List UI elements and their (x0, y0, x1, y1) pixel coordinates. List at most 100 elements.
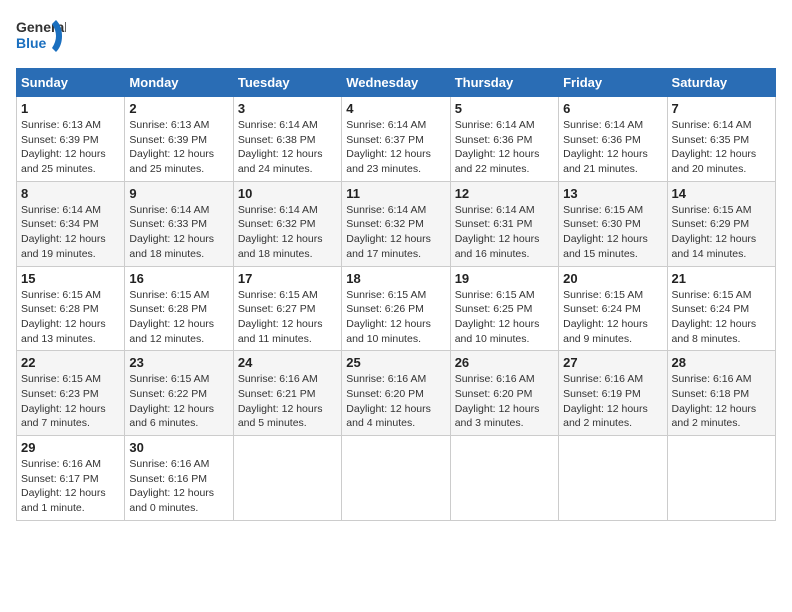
day-detail: Sunrise: 6:14 AMSunset: 6:36 PMDaylight:… (455, 118, 554, 177)
day-number: 6 (563, 101, 662, 116)
weekday-header-saturday: Saturday (667, 69, 775, 97)
day-number: 23 (129, 355, 228, 370)
day-number: 27 (563, 355, 662, 370)
logo-svg: General Blue (16, 16, 66, 60)
day-detail: Sunrise: 6:14 AMSunset: 6:32 PMDaylight:… (346, 203, 445, 262)
day-detail: Sunrise: 6:16 AMSunset: 6:19 PMDaylight:… (563, 372, 662, 431)
calendar-cell: 11 Sunrise: 6:14 AMSunset: 6:32 PMDayligh… (342, 181, 450, 266)
calendar-cell (342, 436, 450, 521)
calendar-cell: 12Sunrise: 6:14 AMSunset: 6:31 PMDayligh… (450, 181, 558, 266)
weekday-header-sunday: Sunday (17, 69, 125, 97)
day-number: 20 (563, 271, 662, 286)
day-detail: Sunrise: 6:13 AMSunset: 6:39 PMDaylight:… (129, 118, 228, 177)
weekday-header-monday: Monday (125, 69, 233, 97)
day-number: 13 (563, 186, 662, 201)
day-detail: Sunrise: 6:16 AMSunset: 6:18 PMDaylight:… (672, 372, 771, 431)
day-detail: Sunrise: 6:15 AMSunset: 6:27 PMDaylight:… (238, 288, 337, 347)
calendar-cell: 13 Sunrise: 6:15 AMSunset: 6:30 PMDayligh… (559, 181, 667, 266)
page-header: General Blue (16, 16, 776, 60)
day-number: 7 (672, 101, 771, 116)
calendar-cell (450, 436, 558, 521)
day-number: 8 (21, 186, 120, 201)
day-number: 10 (238, 186, 337, 201)
day-detail: Sunrise: 6:15 AMSunset: 6:28 PMDaylight:… (129, 288, 228, 347)
day-detail: Sunrise: 6:15 AMSunset: 6:30 PMDaylight:… (563, 203, 662, 262)
calendar-week-1: 1 Sunrise: 6:13 AMSunset: 6:39 PMDaylight… (17, 97, 776, 182)
calendar-cell: 30 Sunrise: 6:16 AMSunset: 6:16 PMDayligh… (125, 436, 233, 521)
day-number: 30 (129, 440, 228, 455)
weekday-header-wednesday: Wednesday (342, 69, 450, 97)
day-detail: Sunrise: 6:14 AMSunset: 6:34 PMDaylight:… (21, 203, 120, 262)
calendar-week-2: 8 Sunrise: 6:14 AMSunset: 6:34 PMDaylight… (17, 181, 776, 266)
day-number: 24 (238, 355, 337, 370)
calendar-cell: 7 Sunrise: 6:14 AMSunset: 6:35 PMDaylight… (667, 97, 775, 182)
day-detail: Sunrise: 6:16 AMSunset: 6:16 PMDaylight:… (129, 457, 228, 516)
calendar-cell: 28 Sunrise: 6:16 AMSunset: 6:18 PMDayligh… (667, 351, 775, 436)
calendar-cell: 18 Sunrise: 6:15 AMSunset: 6:26 PMDayligh… (342, 266, 450, 351)
day-detail: Sunrise: 6:15 AMSunset: 6:28 PMDaylight:… (21, 288, 120, 347)
day-detail: Sunrise: 6:13 AMSunset: 6:39 PMDaylight:… (21, 118, 120, 177)
day-number: 26 (455, 355, 554, 370)
day-number: 3 (238, 101, 337, 116)
calendar-cell (233, 436, 341, 521)
day-number: 2 (129, 101, 228, 116)
day-number: 5 (455, 101, 554, 116)
day-number: 25 (346, 355, 445, 370)
day-detail: Sunrise: 6:14 AMSunset: 6:31 PMDaylight:… (455, 203, 554, 262)
day-detail: Sunrise: 6:15 AMSunset: 6:24 PMDaylight:… (563, 288, 662, 347)
calendar-cell: 4 Sunrise: 6:14 AMSunset: 6:37 PMDaylight… (342, 97, 450, 182)
day-number: 18 (346, 271, 445, 286)
day-detail: Sunrise: 6:14 AMSunset: 6:35 PMDaylight:… (672, 118, 771, 177)
calendar-body: 1 Sunrise: 6:13 AMSunset: 6:39 PMDaylight… (17, 97, 776, 521)
day-detail: Sunrise: 6:15 AMSunset: 6:25 PMDaylight:… (455, 288, 554, 347)
day-detail: Sunrise: 6:14 AMSunset: 6:37 PMDaylight:… (346, 118, 445, 177)
calendar-cell: 6 Sunrise: 6:14 AMSunset: 6:36 PMDaylight… (559, 97, 667, 182)
logo: General Blue (16, 16, 66, 60)
weekday-header-tuesday: Tuesday (233, 69, 341, 97)
day-detail: Sunrise: 6:15 AMSunset: 6:29 PMDaylight:… (672, 203, 771, 262)
day-detail: Sunrise: 6:15 AMSunset: 6:22 PMDaylight:… (129, 372, 228, 431)
day-number: 29 (21, 440, 120, 455)
day-number: 15 (21, 271, 120, 286)
calendar-week-5: 29Sunrise: 6:16 AMSunset: 6:17 PMDayligh… (17, 436, 776, 521)
calendar-cell: 22 Sunrise: 6:15 AMSunset: 6:23 PMDayligh… (17, 351, 125, 436)
calendar-cell: 15 Sunrise: 6:15 AMSunset: 6:28 PMDayligh… (17, 266, 125, 351)
day-number: 1 (21, 101, 120, 116)
day-detail: Sunrise: 6:14 AMSunset: 6:38 PMDaylight:… (238, 118, 337, 177)
calendar-cell: 14 Sunrise: 6:15 AMSunset: 6:29 PMDayligh… (667, 181, 775, 266)
calendar-cell: 25 Sunrise: 6:16 AMSunset: 6:20 PMDayligh… (342, 351, 450, 436)
day-detail: Sunrise: 6:14 AMSunset: 6:36 PMDaylight:… (563, 118, 662, 177)
day-number: 9 (129, 186, 228, 201)
calendar-cell: 17Sunrise: 6:15 AMSunset: 6:27 PMDayligh… (233, 266, 341, 351)
calendar-cell: 20 Sunrise: 6:15 AMSunset: 6:24 PMDayligh… (559, 266, 667, 351)
day-number: 11 (346, 186, 445, 201)
calendar-cell: 29Sunrise: 6:16 AMSunset: 6:17 PMDayligh… (17, 436, 125, 521)
calendar-cell: 23 Sunrise: 6:15 AMSunset: 6:22 PMDayligh… (125, 351, 233, 436)
day-number: 22 (21, 355, 120, 370)
day-detail: Sunrise: 6:16 AMSunset: 6:20 PMDaylight:… (346, 372, 445, 431)
day-number: 28 (672, 355, 771, 370)
day-number: 4 (346, 101, 445, 116)
weekday-header-thursday: Thursday (450, 69, 558, 97)
day-detail: Sunrise: 6:15 AMSunset: 6:23 PMDaylight:… (21, 372, 120, 431)
calendar-header-row: SundayMondayTuesdayWednesdayThursdayFrid… (17, 69, 776, 97)
calendar-cell: 10Sunrise: 6:14 AMSunset: 6:32 PMDayligh… (233, 181, 341, 266)
day-detail: Sunrise: 6:14 AMSunset: 6:33 PMDaylight:… (129, 203, 228, 262)
day-number: 14 (672, 186, 771, 201)
weekday-header-friday: Friday (559, 69, 667, 97)
day-number: 19 (455, 271, 554, 286)
calendar-cell: 9 Sunrise: 6:14 AMSunset: 6:33 PMDaylight… (125, 181, 233, 266)
calendar-cell: 3 Sunrise: 6:14 AMSunset: 6:38 PMDaylight… (233, 97, 341, 182)
calendar-week-3: 15 Sunrise: 6:15 AMSunset: 6:28 PMDayligh… (17, 266, 776, 351)
calendar-cell: 24 Sunrise: 6:16 AMSunset: 6:21 PMDayligh… (233, 351, 341, 436)
calendar-week-4: 22 Sunrise: 6:15 AMSunset: 6:23 PMDayligh… (17, 351, 776, 436)
day-detail: Sunrise: 6:16 AMSunset: 6:21 PMDaylight:… (238, 372, 337, 431)
calendar-cell: 26 Sunrise: 6:16 AMSunset: 6:20 PMDayligh… (450, 351, 558, 436)
day-detail: Sunrise: 6:15 AMSunset: 6:26 PMDaylight:… (346, 288, 445, 347)
day-detail: Sunrise: 6:15 AMSunset: 6:24 PMDaylight:… (672, 288, 771, 347)
day-detail: Sunrise: 6:16 AMSunset: 6:20 PMDaylight:… (455, 372, 554, 431)
calendar-cell: 1 Sunrise: 6:13 AMSunset: 6:39 PMDaylight… (17, 97, 125, 182)
calendar-cell (559, 436, 667, 521)
calendar-cell: 2 Sunrise: 6:13 AMSunset: 6:39 PMDaylight… (125, 97, 233, 182)
calendar-table: SundayMondayTuesdayWednesdayThursdayFrid… (16, 68, 776, 521)
